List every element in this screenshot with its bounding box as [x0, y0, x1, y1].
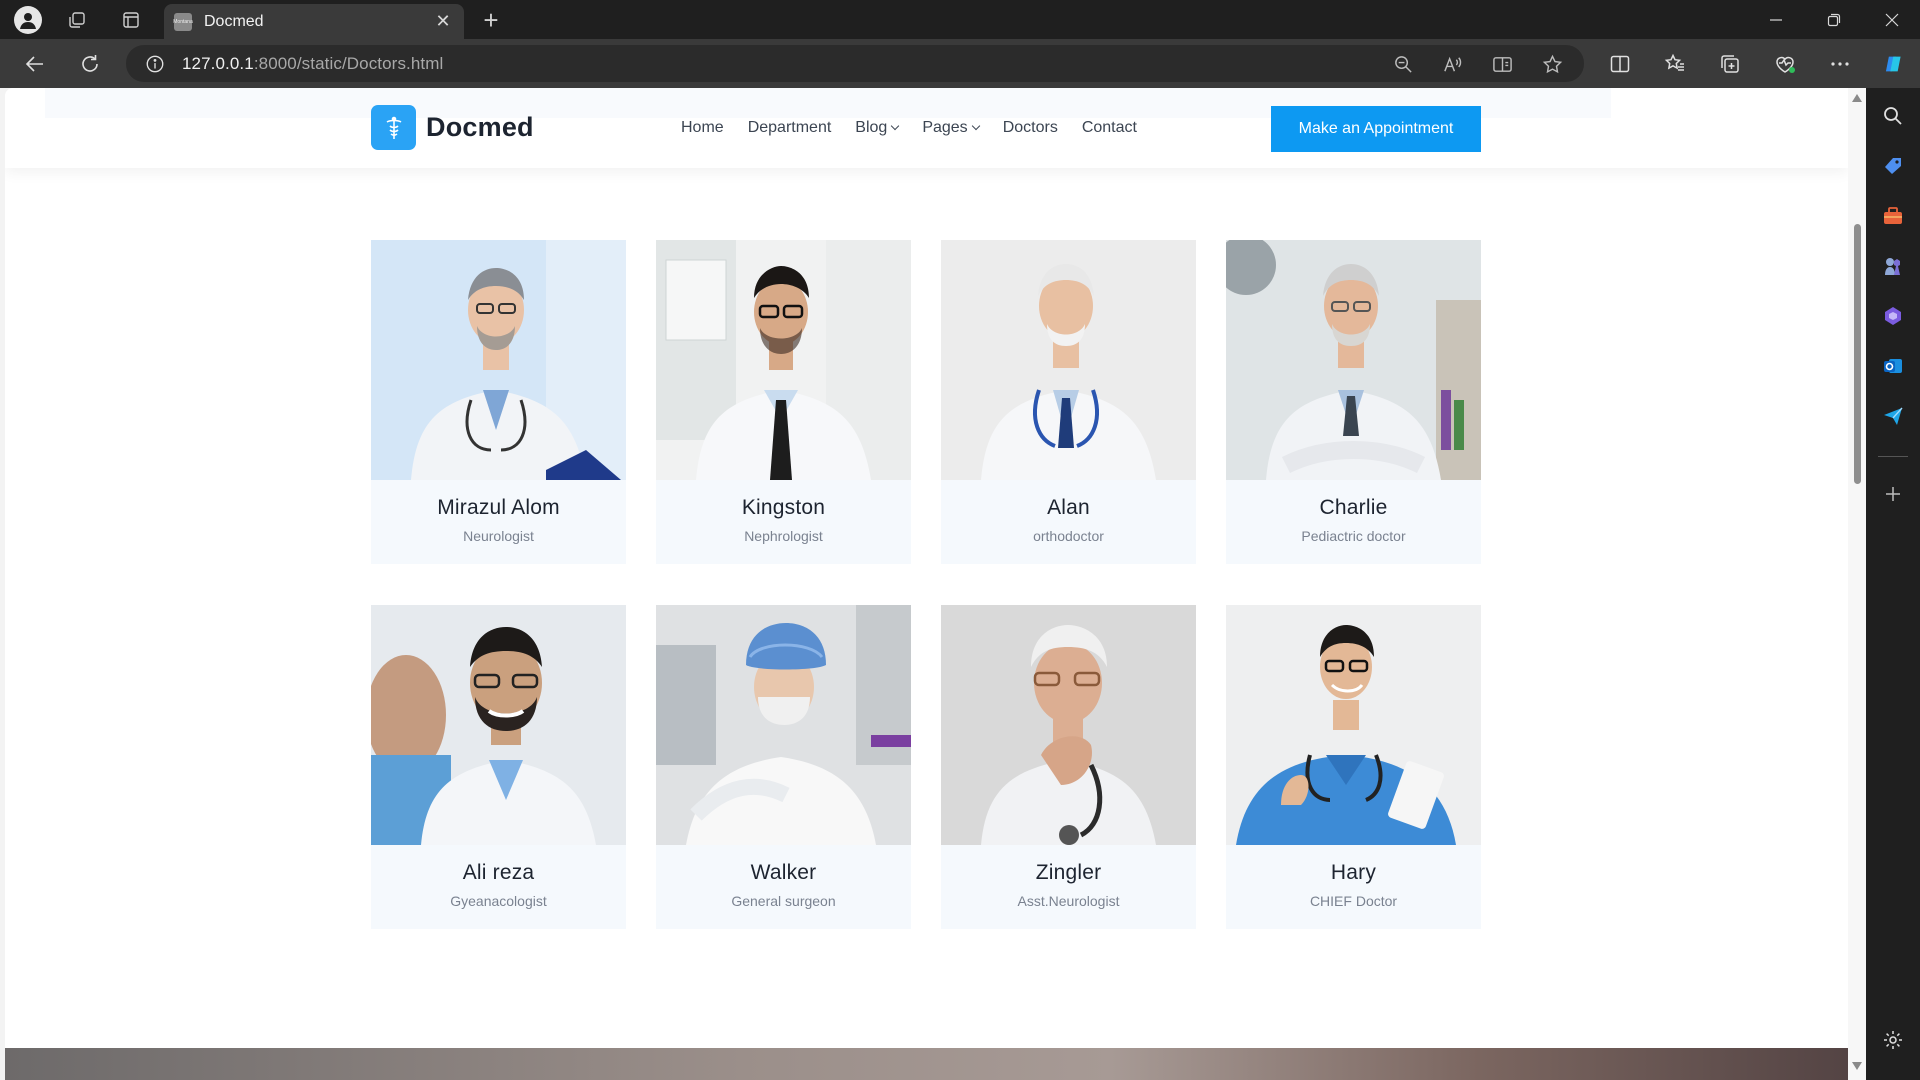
url-bar[interactable]: 127.0.0.1:8000/static/Doctors.html — [126, 45, 1584, 82]
copilot-designer-icon[interactable] — [1881, 304, 1905, 328]
chevron-down-icon — [971, 121, 980, 131]
new-tab-icon[interactable]: + — [478, 5, 504, 35]
doctor-photo — [656, 605, 911, 845]
page-viewport: Docmed Home Department Blog Pages Doctor… — [5, 88, 1853, 1080]
doctor-specialty: Pediactric doctor — [1301, 528, 1406, 544]
doctor-specialty: Nephrologist — [744, 528, 823, 544]
caduceus-logo-icon — [371, 105, 416, 150]
search-icon[interactable] — [1881, 104, 1905, 128]
tab-close-icon[interactable]: ✕ — [432, 11, 454, 33]
nav-pages[interactable]: Pages — [922, 119, 980, 137]
doctor-name: Ali reza — [462, 861, 535, 884]
favorites-icon[interactable] — [1662, 51, 1688, 77]
scroll-up-arrow-icon[interactable] — [1852, 94, 1862, 102]
nav-home[interactable]: Home — [681, 119, 724, 137]
doctor-photo — [656, 240, 911, 480]
restore-icon[interactable] — [1806, 0, 1862, 39]
workspaces-icon[interactable] — [64, 7, 90, 33]
site-header: Docmed Home Department Blog Pages Doctor… — [5, 88, 1848, 168]
doctor-name: Zingler — [1035, 861, 1102, 884]
doctor-card[interactable]: Alan orthodoctor — [941, 240, 1196, 564]
doctor-name: Walker — [750, 861, 817, 884]
active-tab[interactable]: Montana Docmed ✕ — [164, 4, 464, 39]
minimize-icon[interactable] — [1748, 0, 1804, 39]
doctor-card[interactable]: Walker General surgeon — [656, 605, 911, 929]
doctor-specialty: Gyeanacologist — [450, 893, 547, 909]
nav-blog[interactable]: Blog — [855, 119, 900, 137]
send-paper-plane-icon[interactable] — [1881, 404, 1905, 428]
logo-text: Docmed — [426, 112, 534, 142]
vertical-tabs-icon[interactable] — [118, 7, 144, 33]
doctor-specialty: CHIEF Doctor — [1309, 893, 1398, 909]
scroll-down-arrow-icon[interactable] — [1852, 1062, 1862, 1070]
scroll-thumb[interactable] — [1854, 224, 1861, 484]
split-screen-icon[interactable] — [1607, 51, 1633, 77]
site-info-icon[interactable] — [144, 53, 166, 75]
doctor-specialty: Neurologist — [463, 528, 534, 544]
doctor-card[interactable]: Zingler Asst.Neurologist — [941, 605, 1196, 929]
sidebar-settings-icon[interactable] — [1881, 1028, 1905, 1052]
immersive-reader-icon[interactable] — [1490, 52, 1514, 76]
main-navigation: Home Department Blog Pages Doctors Conta… — [681, 119, 1161, 137]
copilot-icon[interactable] — [1879, 49, 1909, 79]
doctor-card[interactable]: Charlie Pediactric doctor — [1226, 240, 1481, 564]
address-toolbar: 127.0.0.1:8000/static/Doctors.html — [0, 39, 1920, 88]
nav-contact[interactable]: Contact — [1082, 119, 1137, 137]
doctor-specialty: General surgeon — [731, 893, 836, 909]
zoom-icon[interactable] — [1391, 52, 1415, 76]
doctor-name: Hary — [1330, 861, 1377, 884]
doctor-card[interactable]: Ali reza Gyeanacologist — [371, 605, 626, 929]
add-sidebar-app-icon[interactable] — [1881, 482, 1905, 506]
read-aloud-icon[interactable] — [1440, 52, 1464, 76]
doctor-card[interactable]: Mirazul Alom Neurologist — [371, 240, 626, 564]
sidebar-divider — [1878, 456, 1908, 457]
doctor-photo — [1226, 240, 1481, 480]
chevron-down-icon — [891, 121, 900, 131]
doctor-name: Charlie — [1319, 496, 1388, 519]
close-window-icon[interactable] — [1864, 0, 1920, 39]
browser-sidebar — [1866, 88, 1920, 1080]
url-text: 127.0.0.1:8000/static/Doctors.html — [182, 53, 444, 73]
shopping-tag-icon[interactable] — [1881, 154, 1905, 178]
doctor-name: Kingston — [741, 496, 826, 519]
doctor-name: Alan — [1047, 496, 1090, 519]
site-favicon-icon: Montana — [173, 12, 193, 31]
tools-briefcase-icon[interactable] — [1881, 204, 1905, 228]
doctor-photo — [371, 240, 626, 480]
favorite-star-icon[interactable] — [1540, 52, 1564, 76]
games-chess-icon[interactable] — [1881, 254, 1905, 278]
more-menu-icon[interactable] — [1827, 51, 1853, 77]
make-appointment-button[interactable]: Make an Appointment — [1271, 106, 1481, 152]
doctor-card[interactable]: Hary CHIEF Doctor — [1226, 605, 1481, 929]
profile-icon[interactable] — [14, 6, 42, 34]
footer-banner-image — [5, 1048, 1848, 1080]
doctor-photo — [941, 240, 1196, 480]
nav-doctors[interactable]: Doctors — [1003, 119, 1058, 137]
collections-icon[interactable] — [1717, 51, 1743, 77]
doctor-photo — [941, 605, 1196, 845]
page-scrollbar[interactable] — [1848, 88, 1866, 1080]
refresh-icon[interactable] — [76, 50, 104, 78]
tab-title: Docmed — [204, 12, 264, 30]
doctor-name: Mirazul Alom — [437, 496, 560, 519]
doctor-specialty: orthodoctor — [1033, 528, 1104, 544]
outlook-icon[interactable] — [1881, 354, 1905, 378]
back-icon[interactable] — [21, 50, 49, 78]
nav-department[interactable]: Department — [748, 119, 832, 137]
doctor-photo — [1226, 605, 1481, 845]
browser-essentials-icon[interactable] — [1772, 51, 1798, 77]
doctor-specialty: Asst.Neurologist — [1017, 893, 1120, 909]
browser-tab-bar: Montana Docmed ✕ + — [0, 0, 1920, 39]
doctor-card[interactable]: Kingston Nephrologist — [656, 240, 911, 564]
site-logo[interactable]: Docmed — [371, 105, 534, 150]
doctor-photo — [371, 605, 626, 845]
